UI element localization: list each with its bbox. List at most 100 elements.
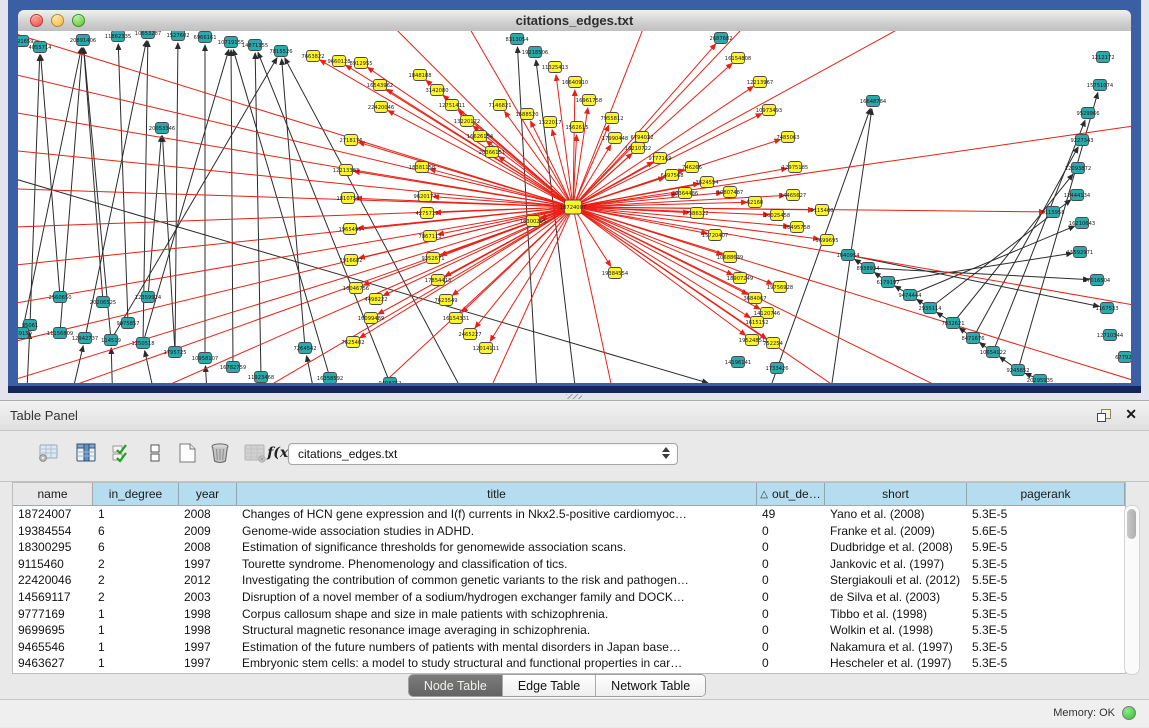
table-cell[interactable]: 0 — [757, 639, 825, 656]
graph-edge[interactable] — [573, 207, 1131, 383]
table-cell[interactable]: 9465546 — [13, 639, 93, 656]
table-cell[interactable]: 9115460 — [13, 556, 93, 573]
table-cell[interactable]: 5.3E-5 — [967, 506, 1125, 523]
table-cell[interactable]: Estimation of significance thresholds fo… — [237, 539, 757, 556]
table-cell[interactable]: 1997 — [179, 655, 237, 672]
table-cell[interactable]: 1 — [93, 506, 179, 523]
table-row[interactable]: 1456911722003Disruption of a novel membe… — [13, 589, 1125, 606]
graph-edge[interactable] — [387, 89, 573, 207]
select-rows-icon[interactable] — [108, 440, 134, 466]
table-cell[interactable]: 18300295 — [13, 539, 93, 556]
table-cell[interactable]: Disruption of a novel member of a sodium… — [237, 589, 757, 606]
table-cell[interactable]: 0 — [757, 606, 825, 623]
table-cell[interactable]: 0 — [757, 539, 825, 556]
column-header-in_degree[interactable]: in_degree — [93, 483, 179, 505]
table-cell[interactable]: Changes of HCN gene expression and I(f) … — [237, 506, 757, 523]
table-cell[interactable]: 5.9E-5 — [967, 539, 1125, 556]
table-cell[interactable]: 14569117 — [13, 589, 93, 606]
table-row[interactable]: 977716911998Corpus callosum shape and si… — [13, 606, 1125, 623]
table-cell[interactable]: Yano et al. (2008) — [825, 506, 967, 523]
table-cell[interactable]: 1 — [93, 639, 179, 656]
table-row[interactable]: 2242004622012Investigating the contribut… — [13, 572, 1125, 589]
graph-edge[interactable] — [218, 207, 573, 383]
table-cell[interactable]: 22420046 — [13, 572, 93, 589]
close-panel-icon[interactable]: ✕ — [1125, 406, 1137, 423]
table-cell[interactable]: 18724007 — [13, 506, 93, 523]
table-cell[interactable]: Genome-wide association studies in ADHD. — [237, 523, 757, 540]
table-cell[interactable]: 5.3E-5 — [967, 556, 1125, 573]
column-header-name[interactable]: name — [13, 483, 93, 505]
table-row[interactable]: 1830029562008Estimation of significance … — [13, 539, 1125, 556]
table-cell[interactable]: 2012 — [179, 572, 237, 589]
edit-columns-icon[interactable] — [73, 440, 99, 466]
float-panel-icon[interactable] — [1097, 409, 1111, 422]
table-cell[interactable]: Corpus callosum shape and size in male p… — [237, 606, 757, 623]
table-row[interactable]: 1872400712008Changes of HCN gene express… — [13, 506, 1125, 523]
table-cell[interactable]: 1 — [93, 622, 179, 639]
graph-edge[interactable] — [111, 348, 113, 383]
table-cell[interactable]: Structural magnetic resonance image aver… — [237, 622, 757, 639]
table-cell[interactable]: 0 — [757, 622, 825, 639]
table-cell[interactable]: 1997 — [179, 639, 237, 656]
table-cell[interactable]: 2 — [93, 556, 179, 573]
graph-edge[interactable] — [832, 109, 872, 383]
table-cell[interactable]: 2 — [93, 589, 179, 606]
table-cell[interactable]: Estimation of the future numbers of pati… — [237, 639, 757, 656]
table-cell[interactable]: 5.3E-5 — [967, 639, 1125, 656]
delete-table-icon[interactable] — [207, 440, 233, 466]
graph-edge[interactable] — [255, 53, 261, 377]
table-cell[interactable]: 9463627 — [13, 655, 93, 672]
table-row[interactable]: 946362711997Embryonic stem cells: a mode… — [13, 655, 1125, 672]
scrollbar-thumb[interactable] — [1127, 509, 1136, 539]
table-cell[interactable]: Wolkin et al. (1998) — [825, 622, 967, 639]
node-table[interactable]: namein_degreeyeartitle△out_de…shortpager… — [12, 482, 1126, 674]
table-cell[interactable]: Franke et al. (2009) — [825, 523, 967, 540]
tab-network-table[interactable]: Network Table — [595, 675, 705, 696]
merge-rows-icon[interactable] — [142, 440, 168, 466]
table-cell[interactable]: 19384554 — [13, 523, 93, 540]
table-cell[interactable]: 0 — [757, 556, 825, 573]
graph-edge[interactable] — [231, 50, 233, 367]
table-cell[interactable]: 49 — [757, 506, 825, 523]
vertical-scrollbar[interactable] — [1124, 505, 1140, 675]
graph-edge[interactable] — [233, 50, 330, 378]
table-cell[interactable]: Embryonic stem cells: a model to study s… — [237, 655, 757, 672]
panel-resize-grip[interactable] — [566, 394, 582, 399]
table-cell[interactable]: 1 — [93, 655, 179, 672]
graph-edge[interactable] — [282, 59, 305, 348]
tab-edge-table[interactable]: Edge Table — [502, 675, 595, 696]
table-cell[interactable]: 5.6E-5 — [967, 523, 1125, 540]
graph-edge[interactable] — [68, 346, 83, 383]
table-cell[interactable]: Hescheler et al. (1997) — [825, 655, 967, 672]
table-cell[interactable]: Investigating the contribution of common… — [237, 572, 757, 589]
table-cell[interactable]: 0 — [757, 572, 825, 589]
table-row[interactable]: 1938455462009Genome-wide association stu… — [13, 523, 1125, 540]
graph-edge[interactable] — [118, 44, 128, 323]
table-settings-icon[interactable] — [36, 440, 62, 466]
tab-node-table[interactable]: Node Table — [409, 675, 502, 696]
graph-edge[interactable] — [772, 109, 870, 383]
window-titlebar[interactable]: citations_edges.txt — [18, 10, 1131, 32]
table-cell[interactable]: 5.5E-5 — [967, 572, 1125, 589]
table-cell[interactable]: 2 — [93, 572, 179, 589]
table-cell[interactable]: 1998 — [179, 606, 237, 623]
graph-edge[interactable] — [175, 43, 178, 352]
network-canvas-svg[interactable]: 1872400776638229660128891295516543962224… — [18, 31, 1131, 383]
column-header-title[interactable]: title — [237, 483, 757, 505]
table-cell[interactable]: Tibbo et al. (1998) — [825, 606, 967, 623]
table-cell[interactable]: 6 — [93, 539, 179, 556]
table-cell[interactable]: 1998 — [179, 622, 237, 639]
graph-edge[interactable] — [84, 48, 103, 302]
table-select-dropdown[interactable]: citations_edges.txt — [288, 443, 678, 465]
table-cell[interactable]: 1 — [93, 606, 179, 623]
graph-edge[interactable] — [993, 120, 1085, 352]
table-cell[interactable]: Tourette syndrome. Phenomenology and cla… — [237, 556, 757, 573]
table-cell[interactable]: 0 — [757, 655, 825, 672]
graph-edge[interactable] — [573, 207, 750, 318]
network-canvas[interactable]: 1872400776638229660128891295516543962224… — [18, 31, 1131, 383]
table-cell[interactable]: 6 — [93, 523, 179, 540]
table-cell[interactable]: 9699695 — [13, 622, 93, 639]
table-cell[interactable]: Stergiakouli et al. (2012) — [825, 572, 967, 589]
graph-edge[interactable] — [573, 121, 1131, 207]
table-cell[interactable]: Nakamura et al. (1997) — [825, 639, 967, 656]
